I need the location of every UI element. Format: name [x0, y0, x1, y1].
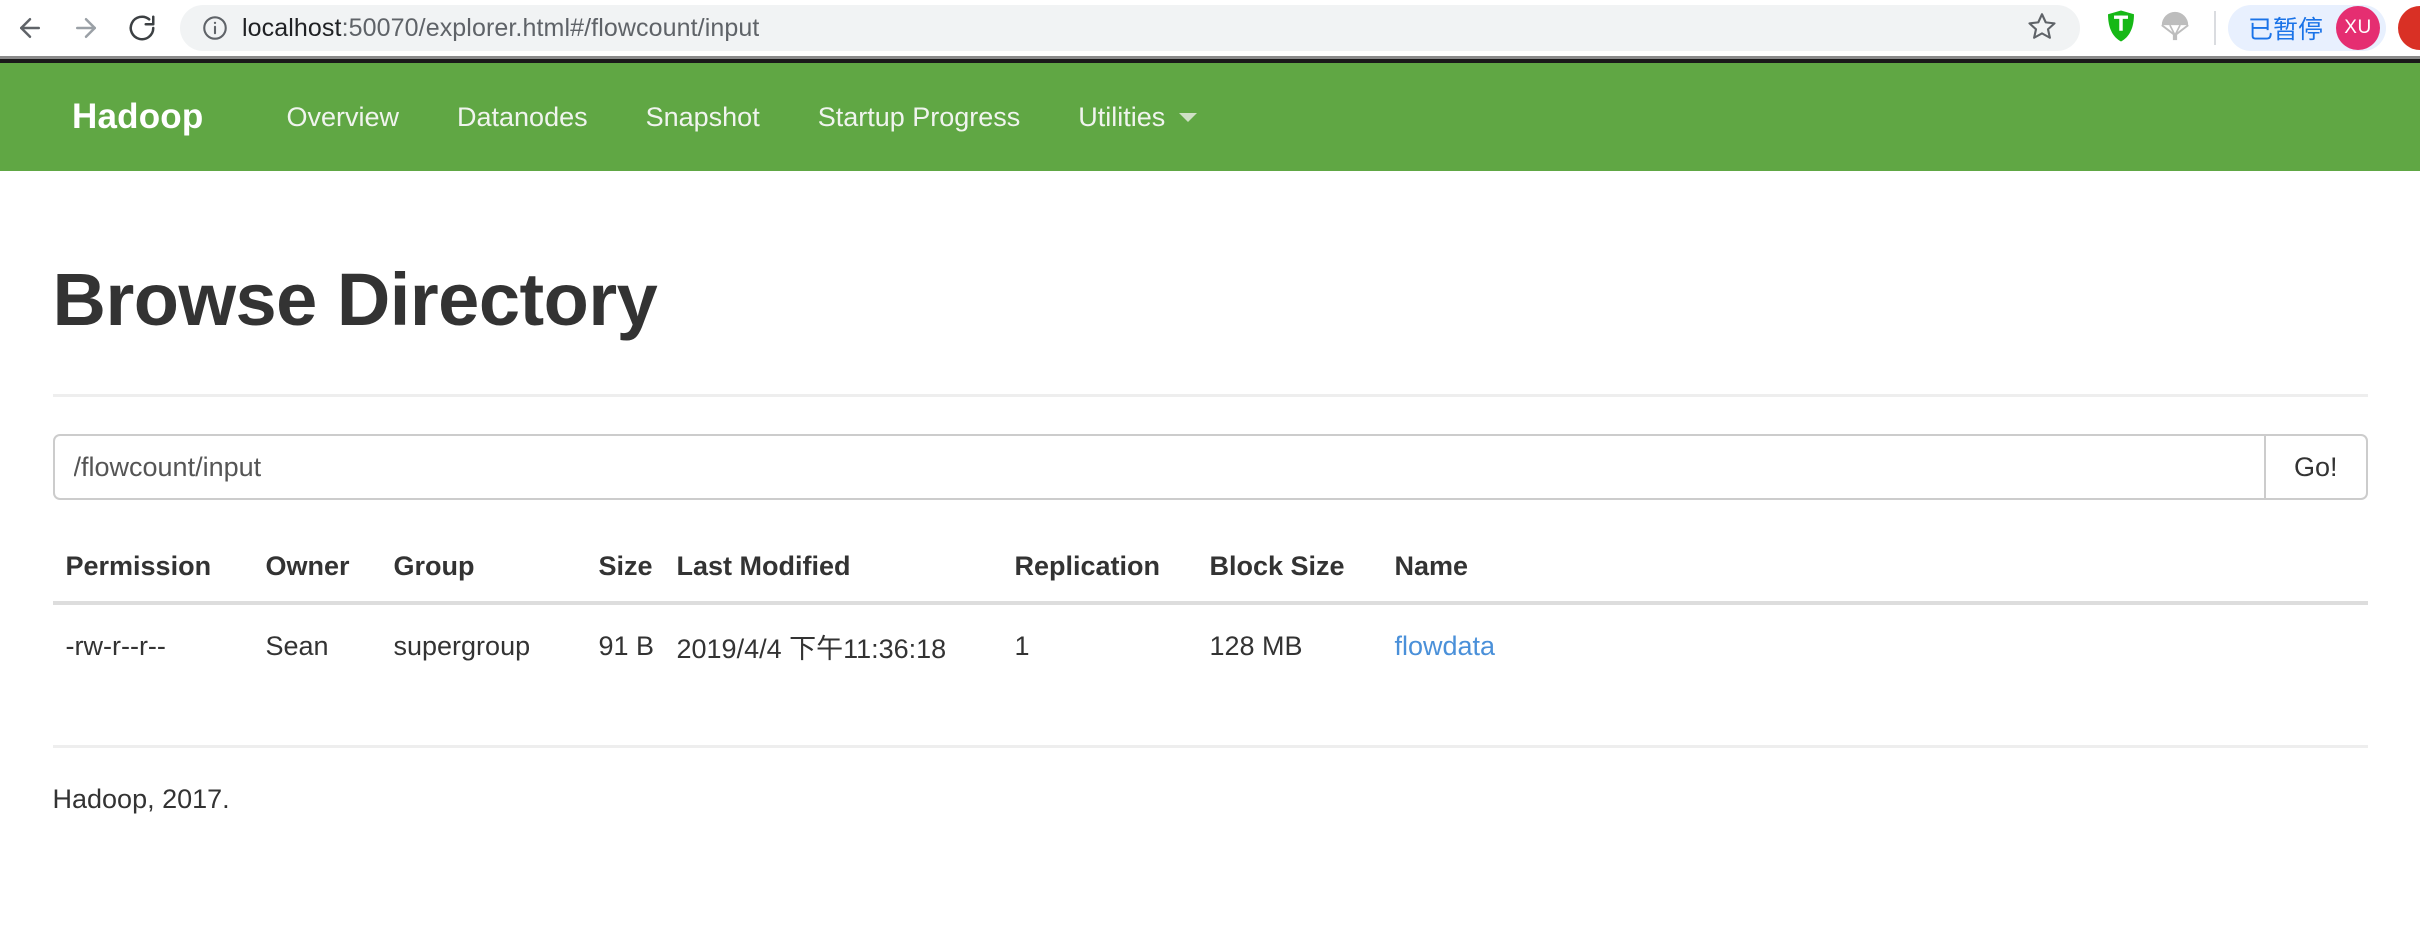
hadoop-page: Hadoop Overview Datanodes Snapshot Start… — [0, 59, 2420, 815]
footer-divider — [52, 745, 2368, 748]
column-header-permission[interactable]: Permission — [52, 534, 253, 605]
nav-link-overview[interactable]: Overview — [257, 102, 428, 133]
browser-toolbar: localhost:50070/explorer.html#/flowcount… — [0, 0, 2420, 59]
footer-text: Hadoop, 2017. — [52, 784, 230, 814]
nav-link-overview-label: Overview — [286, 101, 399, 132]
toolbar-divider — [2213, 11, 2216, 45]
column-header-last-modified[interactable]: Last Modified — [663, 534, 1002, 605]
profile-status-pill[interactable]: 已暂停 XU — [2227, 5, 2386, 51]
cell-block-size: 128 MB — [1209, 631, 1303, 661]
back-arrow-icon — [15, 13, 45, 43]
extension-shield-t-button[interactable] — [2094, 1, 2148, 55]
column-header-group[interactable]: Group — [380, 534, 586, 605]
title-divider — [52, 394, 2368, 397]
extension-parachute-button[interactable] — [2148, 1, 2202, 55]
browser-nav-buttons — [0, 0, 170, 56]
reload-icon — [127, 13, 157, 43]
table-row: -rw-r--r-- Sean supergroup 91 B 2019/4/4… — [53, 603, 2368, 688]
cell-last-modified: 2019/4/4 下午11:36:18 — [676, 634, 947, 664]
url-host: localhost — [242, 13, 342, 42]
nav-link-datanodes[interactable]: Datanodes — [428, 102, 617, 133]
avatar[interactable]: XU — [2336, 6, 2380, 50]
cell-name: flowdata — [1382, 603, 2368, 688]
nav-link-utilities[interactable]: Utilities — [1049, 102, 1226, 133]
column-header-name[interactable]: Name — [1381, 534, 2368, 605]
page-title: Browse Directory — [52, 258, 658, 341]
reload-button[interactable] — [114, 0, 170, 56]
go-button[interactable]: Go! — [2264, 434, 2368, 500]
profile-status-label: 已暂停 — [2247, 16, 2323, 44]
nav-link-snapshot-label: Snapshot — [645, 101, 760, 132]
site-info-icon[interactable] — [198, 11, 232, 45]
cell-replication: 1 — [1014, 631, 1030, 661]
forward-arrow-icon — [71, 13, 101, 43]
path-input[interactable] — [52, 434, 2265, 500]
nav-link-utilities-label: Utilities — [1078, 101, 1166, 132]
column-header-block-size[interactable]: Block Size — [1196, 534, 1382, 605]
cell-permission: -rw-r--r-- — [65, 631, 166, 661]
directory-listing-table: Permission Owner Group Size Last Modifie… — [52, 534, 2368, 688]
hadoop-navbar: Hadoop Overview Datanodes Snapshot Start… — [0, 59, 2420, 171]
page-container: Browse Directory Go! Permission Owner Gr… — [52, 257, 2368, 815]
address-bar[interactable]: localhost:50070/explorer.html#/flowcount… — [180, 5, 2080, 51]
parachute-extension-icon — [2157, 8, 2193, 49]
column-header-size[interactable]: Size — [585, 534, 664, 605]
table-body: -rw-r--r-- Sean supergroup 91 B 2019/4/4… — [53, 603, 2368, 688]
nav-link-datanodes-label: Datanodes — [457, 101, 588, 132]
navbar-links: Overview Datanodes Snapshot Startup Prog… — [257, 102, 1226, 133]
table-header-row: Permission Owner Group Size Last Modifie… — [52, 534, 2368, 605]
forward-button[interactable] — [58, 0, 114, 56]
browser-menu-button[interactable] — [2398, 6, 2420, 50]
back-button[interactable] — [2, 0, 58, 56]
browser-extensions-area: 已暂停 XU — [2094, 1, 2420, 55]
url-path: :50070/explorer.html#/flowcount/input — [341, 13, 760, 42]
bookmark-button[interactable] — [2022, 8, 2062, 48]
nav-link-startup-progress[interactable]: Startup Progress — [789, 102, 1050, 133]
nav-link-startup-progress-label: Startup Progress — [817, 101, 1021, 132]
column-header-owner[interactable]: Owner — [252, 534, 381, 605]
nav-link-snapshot[interactable]: Snapshot — [617, 102, 789, 133]
star-outline-icon — [2027, 11, 2057, 46]
chevron-down-icon — [1179, 112, 1198, 122]
path-input-group: Go! — [52, 434, 2368, 500]
file-link-flowdata[interactable]: flowdata — [1395, 631, 1496, 661]
column-header-replication[interactable]: Replication — [1001, 534, 1197, 605]
navbar-brand[interactable]: Hadoop — [72, 97, 203, 137]
shield-t-extension-icon — [2102, 7, 2140, 50]
cell-group: supergroup — [393, 631, 531, 661]
cell-size: 91 B — [598, 631, 655, 661]
cell-owner: Sean — [265, 631, 329, 661]
table-header: Permission Owner Group Size Last Modifie… — [52, 534, 2368, 605]
url-text: localhost:50070/explorer.html#/flowcount… — [242, 14, 759, 43]
